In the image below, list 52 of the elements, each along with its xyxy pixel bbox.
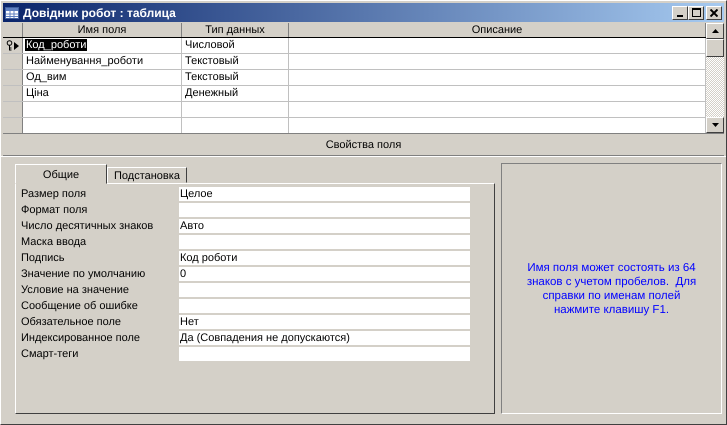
property-field[interactable] xyxy=(179,203,470,217)
property-field[interactable] xyxy=(179,235,470,249)
maximize-icon xyxy=(692,8,700,17)
property-field[interactable]: Да (Совпадения не допускаются) xyxy=(179,331,470,345)
maximize-button[interactable] xyxy=(688,6,704,20)
column-header[interactable]: Имя поля xyxy=(23,23,182,37)
property-label: Значение по умолчанию xyxy=(21,268,146,280)
property-field[interactable]: Целое xyxy=(179,187,470,201)
table-cell: Числовой xyxy=(184,39,236,51)
down-arrow-icon xyxy=(712,123,718,127)
property-field[interactable] xyxy=(179,299,470,313)
section-title: Свойства поля xyxy=(326,139,402,151)
property-field[interactable]: Авто xyxy=(179,219,470,233)
table-cell: Код_роботи xyxy=(25,39,88,51)
table-icon xyxy=(5,6,19,18)
current-row-icon xyxy=(14,42,19,50)
help-text: Имя поля может состоять из 64 знаков с учетом пробелов. Для справки по именам полей нажмите клавишу F1. xyxy=(526,260,698,316)
close-button[interactable] xyxy=(706,6,722,20)
property-label: Размер поля xyxy=(21,188,88,200)
column-header[interactable]: Тип данных xyxy=(182,23,289,37)
up-arrow-icon xyxy=(712,29,718,33)
tab[interactable]: Подстановка xyxy=(107,167,187,183)
table-cell: Од_вим xyxy=(25,71,68,83)
column-header[interactable]: Описание xyxy=(289,23,706,37)
property-label: Индексированное поле xyxy=(21,332,141,344)
property-label: Сообщение об ошибке xyxy=(21,300,139,312)
window-title: Довідник робот : таблица xyxy=(23,6,177,20)
minimize-icon xyxy=(677,14,683,16)
property-label: Формат поля xyxy=(21,204,88,216)
close-icon xyxy=(710,8,718,16)
tab[interactable]: Общие xyxy=(15,164,107,184)
table-cell: Текстовый xyxy=(184,71,240,83)
property-label: Маска ввода xyxy=(21,236,88,248)
minimize-button[interactable] xyxy=(672,6,688,20)
property-field[interactable] xyxy=(179,283,470,297)
scroll-thumb[interactable] xyxy=(706,39,724,57)
property-label: Число десятичных знаков xyxy=(21,220,154,232)
property-field[interactable] xyxy=(179,347,470,361)
property-field[interactable]: Код роботи xyxy=(179,251,470,265)
property-label: Смарт-теги xyxy=(21,348,80,360)
table-cell: Денежный xyxy=(184,87,240,99)
property-field[interactable]: 0 xyxy=(179,267,470,281)
property-label: Обязательное поле xyxy=(21,316,122,328)
row-selector[interactable] xyxy=(3,38,23,53)
property-label: Условие на значение xyxy=(21,284,130,296)
table-cell: Текстовый xyxy=(184,55,240,67)
property-label: Подпись xyxy=(21,252,66,264)
table-cell: Ціна xyxy=(25,87,50,99)
vertical-scrollbar[interactable] xyxy=(706,23,724,133)
key-icon xyxy=(6,40,13,51)
table-cell: Найменування_роботи xyxy=(25,55,144,67)
property-field[interactable]: Нет xyxy=(179,315,470,329)
